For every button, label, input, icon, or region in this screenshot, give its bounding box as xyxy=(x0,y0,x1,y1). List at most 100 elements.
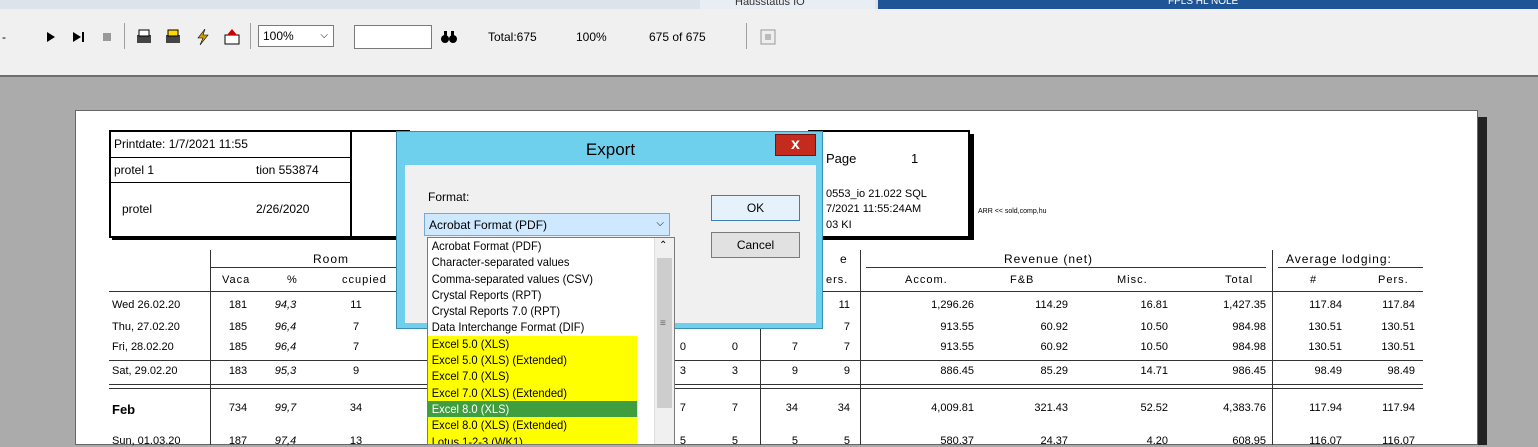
list-scrollbar[interactable]: ⌃ ≡ xyxy=(654,238,674,444)
cell-c7: 7 xyxy=(791,341,798,353)
binoculars-icon[interactable] xyxy=(440,28,458,46)
group-e: e xyxy=(840,252,847,266)
col-percent: % xyxy=(287,274,297,286)
format-option[interactable]: Crystal Reports 7.0 (RPT) xyxy=(428,303,637,319)
window-tab[interactable]: Hausstatus IO xyxy=(700,0,875,9)
col-accom: Accom. xyxy=(905,274,948,286)
cell-total: 986.45 xyxy=(1232,365,1266,377)
cell-c6: 7 xyxy=(731,402,738,414)
cell-misc: 10.50 xyxy=(1140,341,1168,353)
chevron-down-icon: ⌵ xyxy=(320,30,328,41)
format-option[interactable]: Excel 8.0 (XLS) xyxy=(428,400,638,418)
cell-misc: 4.20 xyxy=(1146,435,1168,447)
header-shadow xyxy=(970,134,974,240)
format-option[interactable]: Comma-separated values (CSV) xyxy=(428,271,637,287)
print-icon[interactable] xyxy=(134,28,154,46)
report-date: 2/26/2020 xyxy=(256,202,310,216)
format-option[interactable]: Lotus 1-2-3 (WK1) xyxy=(428,433,638,444)
format-option[interactable]: Excel 5.0 (XLS) (Extended) xyxy=(428,352,638,369)
format-option[interactable]: Excel 7.0 (XLS) xyxy=(428,368,638,385)
next-page-icon[interactable] xyxy=(44,28,58,46)
cell-fb: 321.43 xyxy=(1034,402,1068,414)
divider xyxy=(110,182,351,183)
cell-c6: 5 xyxy=(731,435,738,447)
row-date-label: Wed 26.02.20 xyxy=(112,299,181,311)
cell-avg: 117.94 xyxy=(1309,402,1342,414)
row-date-label: Sat, 29.02.20 xyxy=(112,365,178,377)
cell-accom: 580.37 xyxy=(940,435,974,447)
cell-c8: 34 xyxy=(837,402,850,414)
percent-processed: 100% xyxy=(576,30,607,44)
last-page-icon[interactable] xyxy=(70,28,88,46)
report-toolbar: - 100% ⌵ Total:675 100% 675 of 675 xyxy=(0,9,1538,49)
cancel-button[interactable]: Cancel xyxy=(711,232,800,258)
printer-setup-icon[interactable] xyxy=(162,28,186,46)
run-time: 7/2021 11:55:24AM xyxy=(826,203,922,215)
nav-left-icon[interactable]: - xyxy=(0,28,8,46)
row-date-label: Thu, 27.02.20 xyxy=(112,321,180,333)
taskbar-strip: FPLS HL NOLE xyxy=(878,0,1538,9)
format-option[interactable]: Excel 7.0 (XLS) (Extended) xyxy=(428,384,638,401)
cell-misc: 10.50 xyxy=(1140,321,1168,333)
session-id: tion 553874 xyxy=(256,163,319,177)
col-avg-num: # xyxy=(1310,274,1317,286)
cell-avg: 116.07 xyxy=(1309,435,1342,447)
format-option[interactable]: Data Interchange Format (DIF) xyxy=(428,319,637,335)
cell-pct: 99,7 xyxy=(274,402,297,414)
cell-accom: 4,009.81 xyxy=(931,402,974,414)
grip-icon: ≡ xyxy=(660,318,666,329)
col-persons: ers. xyxy=(826,274,849,286)
cell-vac: 185 xyxy=(228,341,248,353)
close-button[interactable]: x xyxy=(775,134,816,156)
refresh-lightning-icon[interactable] xyxy=(194,28,212,46)
cell-avg: 130.51 xyxy=(1308,341,1342,353)
cell-pct: 96,4 xyxy=(274,341,297,353)
scroll-up-icon[interactable]: ⌃ xyxy=(659,240,667,251)
format-selected: Acrobat Format (PDF) xyxy=(429,218,548,232)
cell-accom: 886.45 xyxy=(940,365,974,377)
format-dropdown-list[interactable]: Acrobat Format (PDF) Character-separated … xyxy=(427,237,675,445)
export-icon[interactable] xyxy=(222,28,242,46)
zoom-select[interactable]: 100% ⌵ xyxy=(258,25,334,47)
chevron-down-icon: ⌵ xyxy=(656,218,664,229)
format-option[interactable]: Excel 8.0 (XLS) (Extended) xyxy=(428,417,638,434)
cell-total: 984.98 xyxy=(1232,341,1266,353)
format-option[interactable]: Character-separated values xyxy=(428,254,637,270)
format-options: Acrobat Format (PDF) Character-separated … xyxy=(428,238,674,444)
cell-avg: 130.51 xyxy=(1308,321,1342,333)
cell-accom: 913.55 xyxy=(940,321,974,333)
taskbar-text: FPLS HL NOLE xyxy=(1168,0,1239,7)
zoom-value: 100% xyxy=(263,29,294,43)
stop-icon[interactable] xyxy=(100,28,114,46)
cell-accom: 913.55 xyxy=(940,341,974,353)
divider xyxy=(1278,267,1423,268)
group-room: Room xyxy=(313,252,350,266)
group-revenue: Revenue (net) xyxy=(1004,252,1094,266)
ok-button[interactable]: OK xyxy=(711,195,800,221)
find-input[interactable] xyxy=(354,25,432,49)
cell-pers: 130.51 xyxy=(1381,341,1415,353)
cell-fb: 24.37 xyxy=(1040,435,1068,447)
format-option[interactable]: Crystal Reports (RPT) xyxy=(428,287,637,303)
scrollbar-thumb[interactable] xyxy=(657,258,672,408)
col-misc: Misc. xyxy=(1117,274,1148,286)
cell-pers: 117.84 xyxy=(1382,299,1415,311)
cell-pers: 98.49 xyxy=(1387,365,1415,377)
format-label: Format: xyxy=(428,190,470,204)
format-option[interactable]: Excel 5.0 (XLS) xyxy=(428,335,638,353)
page-shadow xyxy=(1478,117,1487,445)
divider xyxy=(866,267,1266,268)
format-option[interactable]: Acrobat Format (PDF) xyxy=(428,238,637,254)
group-tree-icon[interactable] xyxy=(758,28,778,46)
cell-occ: 13 xyxy=(349,435,363,447)
cell-accom: 1,296.26 xyxy=(931,299,974,311)
cell-pers: 130.51 xyxy=(1381,321,1415,333)
cell-c7: 9 xyxy=(791,365,798,377)
cell-occ: 9 xyxy=(352,365,360,377)
cell-occ: 34 xyxy=(349,402,363,414)
format-select[interactable]: Acrobat Format (PDF) ⌵ xyxy=(424,213,670,236)
print-date: Printdate: 1/7/2021 11:55 xyxy=(114,137,248,151)
cell-occ: 7 xyxy=(352,321,360,333)
cell-avg: 98.49 xyxy=(1314,365,1342,377)
total-records: Total:675 xyxy=(488,30,537,44)
